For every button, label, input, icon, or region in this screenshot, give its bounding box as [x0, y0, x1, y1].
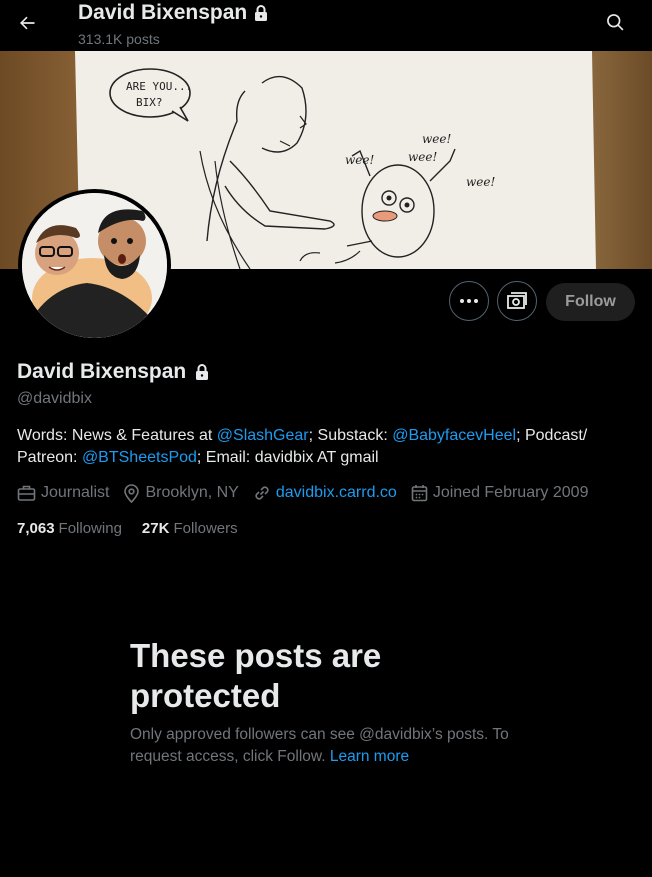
following-label: Following: [58, 520, 122, 537]
followers-label: Followers: [173, 520, 238, 537]
followers-count: 27K: [141, 520, 170, 537]
top-bar: David Bixenspan 313.1K posts: [0, 0, 652, 51]
protected-title: These posts are protected: [130, 637, 382, 714]
speech-bubble-text: ARE YOU...: [126, 80, 192, 93]
arrow-left-icon: [20, 16, 35, 30]
money-icon: [507, 292, 527, 309]
briefcase-icon: [17, 485, 36, 501]
search-icon: [607, 14, 624, 31]
profile-bio: Words: News & Features at @SlashGear; Su…: [17, 425, 637, 469]
follow-button[interactable]: Follow: [546, 283, 635, 321]
following-link[interactable]: 7,063 Following: [17, 520, 122, 537]
profile-stats: 7,063 Following 27K Followers: [17, 520, 238, 537]
protected-text: Only approved followers can see @davidbi…: [130, 726, 509, 765]
cheer-text: wee!: [422, 132, 451, 146]
post-count: 313.1K posts: [78, 31, 160, 47]
header-title: David Bixenspan: [78, 1, 269, 25]
svg-text:BIX?: BIX?: [136, 96, 163, 109]
protected-message: Only approved followers can see @davidbi…: [130, 724, 550, 768]
header-name: David Bixenspan: [78, 1, 248, 24]
following-count: 7,063: [17, 520, 55, 537]
joined-text: Joined February 2009: [432, 484, 589, 501]
bio-mention-link[interactable]: @BabyfacevHeel: [392, 427, 516, 444]
link-icon: [255, 486, 269, 500]
lock-icon: [196, 364, 209, 380]
subscribe-money-button[interactable]: [497, 281, 537, 321]
cheer-text: wee!: [408, 150, 437, 164]
category-text: Journalist: [41, 484, 110, 501]
profile-meta: Journalist Brooklyn, NY davidbix.carrd.c…: [17, 482, 602, 504]
bio-text: Words: News & Features at: [17, 427, 217, 444]
calendar-icon: [411, 485, 428, 502]
more-options-button[interactable]: [449, 281, 489, 321]
profile-handle: @davidbix: [17, 390, 92, 407]
meta-joined: Joined February 2009: [411, 484, 589, 502]
bio-mention-link[interactable]: @SlashGear: [217, 427, 309, 444]
search-button[interactable]: [598, 5, 632, 39]
bio-mention-link[interactable]: @BTSheetsPod: [82, 449, 197, 466]
meta-website: davidbix.carrd.co: [253, 484, 397, 502]
meta-category: Journalist: [17, 484, 109, 502]
profile-name-row: David Bixenspan: [17, 360, 210, 384]
avatar[interactable]: [18, 189, 171, 342]
bio-text: ; Substack:: [308, 427, 393, 444]
cheer-text: wee!: [345, 153, 374, 167]
profile-name: David Bixenspan: [17, 360, 187, 383]
meta-location: Brooklyn, NY: [123, 483, 239, 503]
bio-text: ; Email: davidbix AT gmail: [196, 449, 379, 466]
cheer-text: wee!: [466, 175, 495, 189]
learn-more-link[interactable]: Learn more: [330, 748, 409, 765]
lock-icon: [255, 5, 268, 21]
location-text: Brooklyn, NY: [145, 484, 239, 501]
avatar-image: [22, 193, 167, 338]
location-pin-icon: [124, 483, 140, 503]
followers-link[interactable]: 27K Followers: [142, 520, 238, 537]
back-button[interactable]: [10, 6, 44, 40]
more-dots-icon: [460, 299, 478, 303]
website-link[interactable]: davidbix.carrd.co: [276, 484, 397, 502]
